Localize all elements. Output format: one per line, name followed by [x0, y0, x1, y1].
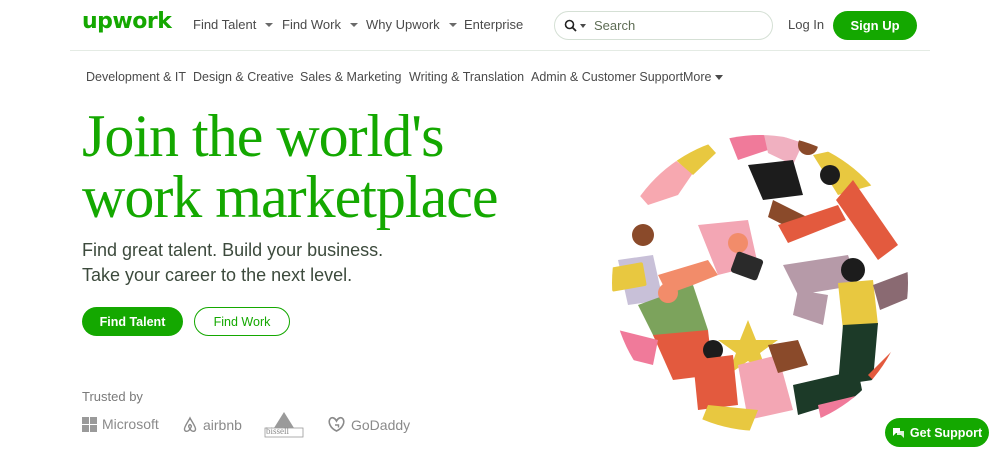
login-link[interactable]: Log In — [788, 17, 824, 32]
category-development-it[interactable]: Development & IT — [86, 70, 186, 84]
bissell-logo-text: Bissell — [266, 426, 290, 436]
hero-subtitle-line-2: Take your career to the next level. — [82, 265, 353, 285]
category-more[interactable]: More — [683, 70, 724, 84]
nav-enterprise[interactable]: Enterprise — [464, 17, 523, 32]
chevron-down-icon — [265, 22, 274, 27]
hero-subtitle-line-1: Find great talent. Build your business. — [82, 240, 384, 260]
nav-find-talent[interactable]: Find Talent — [193, 17, 274, 32]
get-support-button[interactable]: Get Support — [885, 418, 989, 447]
nav-why-upwork-label: Why Upwork — [366, 17, 440, 32]
category-more-label: More — [683, 70, 712, 84]
airbnb-logo: airbnb — [182, 416, 242, 433]
hero-title: Join the world's work marketplace — [82, 103, 498, 230]
search-icon[interactable] — [564, 19, 577, 32]
header-divider — [70, 50, 930, 51]
airbnb-logo-text: airbnb — [203, 416, 242, 433]
get-support-label: Get Support — [909, 425, 983, 440]
chat-icon — [892, 427, 904, 438]
find-talent-button[interactable]: Find Talent — [82, 307, 183, 336]
nav-why-upwork[interactable]: Why Upwork — [366, 17, 457, 32]
bissell-logo: Bissell — [263, 410, 305, 440]
microsoft-logo: Microsoft — [82, 416, 159, 432]
category-admin-support[interactable]: Admin & Customer Support — [531, 70, 683, 84]
category-sales-marketing[interactable]: Sales & Marketing — [300, 70, 401, 84]
godaddy-logo-text: GoDaddy — [351, 416, 411, 433]
category-writing-translation[interactable]: Writing & Translation — [409, 70, 524, 84]
hero-illustration — [612, 135, 908, 431]
godaddy-logo-icon — [328, 416, 345, 432]
hero-title-line-2: work marketplace — [82, 164, 498, 230]
chevron-down-icon[interactable] — [580, 23, 586, 28]
hero-subtitle: Find great talent. Build your business. … — [82, 238, 383, 288]
godaddy-logo: GoDaddy — [327, 416, 410, 433]
microsoft-logo-text: Microsoft — [102, 416, 159, 432]
chevron-down-icon — [350, 22, 358, 27]
airbnb-logo-icon — [183, 416, 197, 433]
trusted-by-label: Trusted by — [82, 389, 143, 404]
nav-enterprise-label: Enterprise — [464, 17, 524, 32]
microsoft-logo-icon — [82, 416, 97, 432]
hero-title-line-1: Join the world's — [82, 103, 444, 169]
nav-find-work-label: Find Work — [282, 17, 341, 32]
category-design-creative[interactable]: Design & Creative — [193, 70, 294, 84]
nav-find-work[interactable]: Find Work — [282, 17, 358, 32]
upwork-logo[interactable]: upwork — [82, 9, 172, 34]
top-header: upwork Find Talent Find Work Why Upwork … — [0, 0, 1000, 50]
signup-button[interactable]: Sign Up — [833, 11, 917, 40]
search-input[interactable] — [594, 18, 744, 33]
nav-find-talent-label: Find Talent — [193, 17, 257, 32]
chevron-down-icon — [715, 74, 724, 80]
find-work-button[interactable]: Find Work — [194, 307, 290, 336]
search-box[interactable] — [554, 11, 773, 40]
chevron-down-icon — [448, 22, 457, 27]
